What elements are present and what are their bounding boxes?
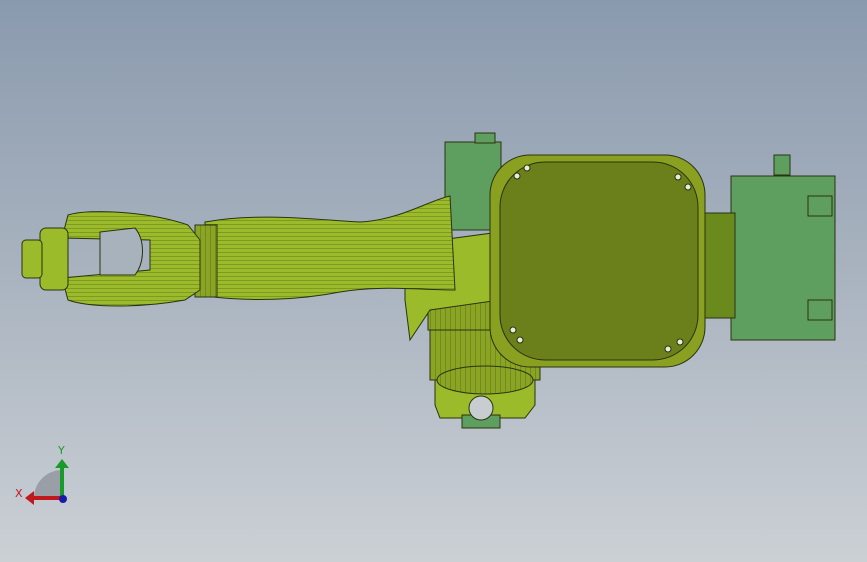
rear-motor-tab [807,195,833,217]
bolt [509,326,517,334]
y-axis-label: Y [57,444,65,457]
main-housing [499,161,699,361]
bolt [674,173,682,181]
cad-viewport[interactable]: Y X [0,0,867,562]
x-axis-label: X [15,487,23,500]
rear-motor-knob [773,154,791,176]
forearm [204,195,456,300]
bolt [664,345,672,353]
wrist-flange-tip [21,239,43,279]
bolt [513,172,521,180]
rear-motor-tab [807,299,833,321]
lower-cylinder-rim [436,365,534,395]
x-arrow-head [25,491,34,505]
wrist-opening [99,227,143,276]
bolt [523,164,531,172]
bolt [676,338,684,346]
y-arrow-head [55,459,69,468]
bolt [516,336,524,344]
z-axis-dot [59,495,67,503]
upper-motor-cap [474,132,496,144]
triad-plane [34,470,62,498]
bolt [684,183,692,191]
wrist-flange [39,227,69,291]
base-hole [468,395,494,421]
axis-triad: Y X [15,444,69,505]
robot-arm-model[interactable] [21,132,836,429]
